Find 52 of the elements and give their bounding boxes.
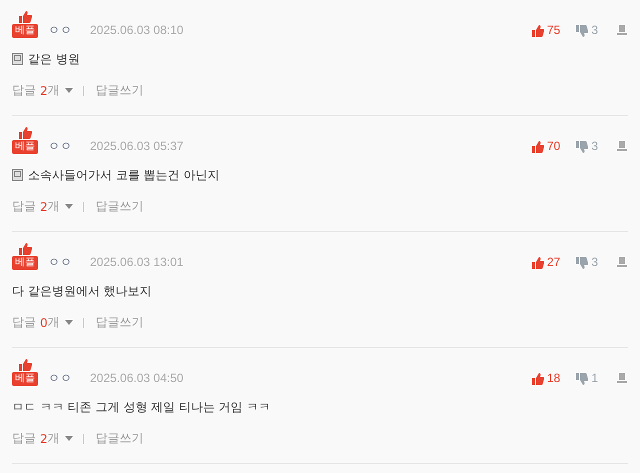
thumbs-up-icon xyxy=(532,256,544,268)
thumbs-down-icon xyxy=(576,140,588,152)
caret-icon xyxy=(64,88,73,93)
thumbs-down-icon xyxy=(576,256,588,268)
write-reply-link[interactable]: 답글쓰기 xyxy=(96,198,144,215)
like-button[interactable]: 75 xyxy=(532,23,560,38)
dislike-button[interactable]: 3 xyxy=(576,255,598,270)
thumbs-up-icon xyxy=(18,127,32,139)
badge-label: 베플 xyxy=(12,256,38,270)
write-reply-link[interactable]: 답글쓰기 xyxy=(96,314,144,331)
like-button[interactable]: 70 xyxy=(532,139,560,154)
thumbs-up-icon xyxy=(18,359,32,371)
comment-text: ㅁㄷ ㅋㅋ 티존 그게 성형 제일 티나는 거임 ㅋㅋ xyxy=(12,398,271,416)
badge-label: 베플 xyxy=(12,140,38,154)
author-name[interactable]: ㅇㅇ xyxy=(48,371,72,386)
thumbs-up-icon xyxy=(18,11,32,23)
report-icon[interactable] xyxy=(616,140,628,152)
comment-date: 2025.06.03 04:50 xyxy=(90,371,184,386)
report-icon[interactable] xyxy=(616,24,628,36)
comment-text: 같은 병원 xyxy=(28,50,80,68)
like-button[interactable]: 18 xyxy=(532,371,560,386)
replies-toggle[interactable]: 답글 2개 xyxy=(12,82,73,99)
thumbs-down-icon xyxy=(576,372,588,384)
caret-icon xyxy=(64,436,73,441)
thumbs-up-icon xyxy=(532,140,544,152)
replies-toggle[interactable]: 답글 2개 xyxy=(12,198,73,215)
caret-icon xyxy=(64,320,73,325)
comment-date: 2025.06.03 13:01 xyxy=(90,255,184,270)
write-reply-link[interactable]: 답글쓰기 xyxy=(96,82,144,99)
replies-toggle[interactable]: 답글 0개 xyxy=(12,314,73,331)
author-name[interactable]: ㅇㅇ xyxy=(48,255,72,270)
comment-date: 2025.06.03 08:10 xyxy=(90,23,184,38)
thumbs-up-icon xyxy=(532,372,544,384)
report-icon[interactable] xyxy=(616,372,628,384)
replies-toggle[interactable]: 답글 2개 xyxy=(12,430,73,447)
badge-label: 베플 xyxy=(12,372,38,386)
caret-icon xyxy=(64,204,73,209)
author-name[interactable]: ㅇㅇ xyxy=(48,139,72,154)
report-icon[interactable] xyxy=(616,256,628,268)
badge-label: 베플 xyxy=(12,24,38,38)
thumbs-up-icon xyxy=(18,243,32,255)
comment-date: 2025.06.03 05:37 xyxy=(90,139,184,154)
write-reply-link[interactable]: 답글쓰기 xyxy=(96,430,144,447)
comment-text: 다 같은병원에서 했나보지 xyxy=(12,282,152,300)
dislike-button[interactable]: 3 xyxy=(576,139,598,154)
comment-text: 소속사들어가서 코를 뽑는건 아닌지 xyxy=(28,166,220,184)
dislike-button[interactable]: 1 xyxy=(576,371,598,386)
thumbs-up-icon xyxy=(532,24,544,36)
dislike-button[interactable]: 3 xyxy=(576,23,598,38)
author-name[interactable]: ㅇㅇ xyxy=(48,23,72,38)
thumbs-down-icon xyxy=(576,24,588,36)
like-button[interactable]: 27 xyxy=(532,255,560,270)
